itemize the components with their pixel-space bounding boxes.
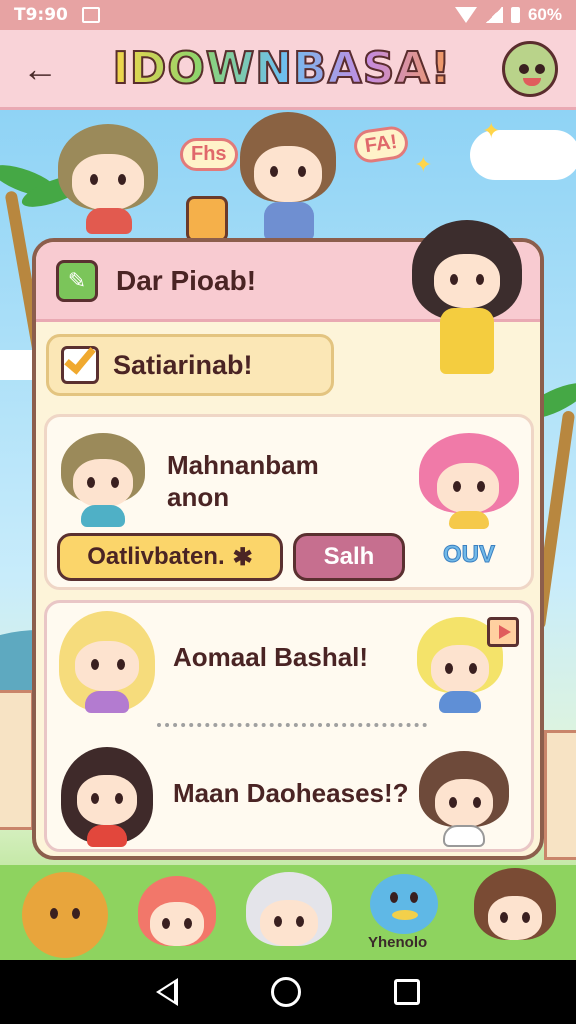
card1-text-line1: Mahnanbam [167,450,319,480]
play-icon[interactable] [487,617,519,647]
app-title: IDOWNBASA! [62,42,502,95]
card-1: Mahnanbam anon Oatlivbaten. ✱ Salh OUV [44,414,534,590]
character-top-left [58,124,158,234]
nav-recent-apps-icon[interactable] [393,979,420,1005]
card2-character-row2-right [419,751,509,847]
checkmark-icon [64,341,96,375]
battery-percent: 60% [527,5,562,24]
notification-icon [81,7,100,23]
character-panel-corner [412,220,522,380]
profile-avatar-button[interactable] [502,40,558,97]
nav-home-icon[interactable] [270,977,301,1007]
avatar-eye [535,63,545,74]
speech-bubble-left: Fhs [180,138,238,171]
back-arrow-button[interactable]: ← [18,47,62,91]
mascot-brownhair [474,868,556,958]
house [0,690,34,830]
checkbox-label: Satiarinab! [113,349,253,380]
battery-icon [510,7,520,23]
status-time: T9:90 [14,5,68,25]
wifi-icon [454,7,477,23]
character-top-center [240,112,336,242]
mascot-blob [370,874,438,934]
card2-character-row1-left [59,611,155,715]
primary-action-label: Oatlivbaten. [87,543,225,570]
sparkle-icon: ✦ [482,118,501,143]
mascot-silverhair [246,872,332,958]
primary-action-button[interactable]: Oatlivbaten. ✱ [57,533,283,581]
checkbox-row[interactable]: Satiarinab! [46,334,334,396]
card-2: Aomaal Bashal! Maan Daoheases!? [44,600,534,852]
sparkle-icon: ✦ [414,152,433,177]
avatar-eye [519,63,529,74]
mascot-redhead [138,876,216,958]
edit-icon: ✎ [56,259,98,302]
secondary-action-button[interactable]: Salh [293,533,405,581]
system-navigation-bar [0,960,576,1024]
app-title-text: IDOWNBASA! [111,42,452,95]
signal-icon [484,7,503,23]
avatar-mouth [523,77,541,86]
nav-back-icon[interactable] [156,978,179,1006]
dotted-divider [157,723,427,727]
status-bar: T9:90 60% [0,0,576,30]
sparkle-icon: ✱ [232,543,253,571]
top-app-bar: ← IDOWNBASA! [0,30,576,110]
card1-text-line2: anon [167,482,230,512]
mascot-lion [22,872,108,958]
badge-label: OUV [442,541,496,569]
card2-row1-text: Aomaal Bashal! [173,642,369,672]
card1-character-right [419,433,519,529]
mascot-label: Yhenolo [368,934,428,951]
card1-character-left [61,433,145,527]
checkbox[interactable] [61,341,99,384]
house [544,730,576,860]
drum-icon [186,196,228,242]
card2-character-row2-left [61,747,153,847]
card2-row2-text: Maan Daoheases!? [173,778,409,808]
panel-header-title: Dar Pioab! [116,264,257,296]
